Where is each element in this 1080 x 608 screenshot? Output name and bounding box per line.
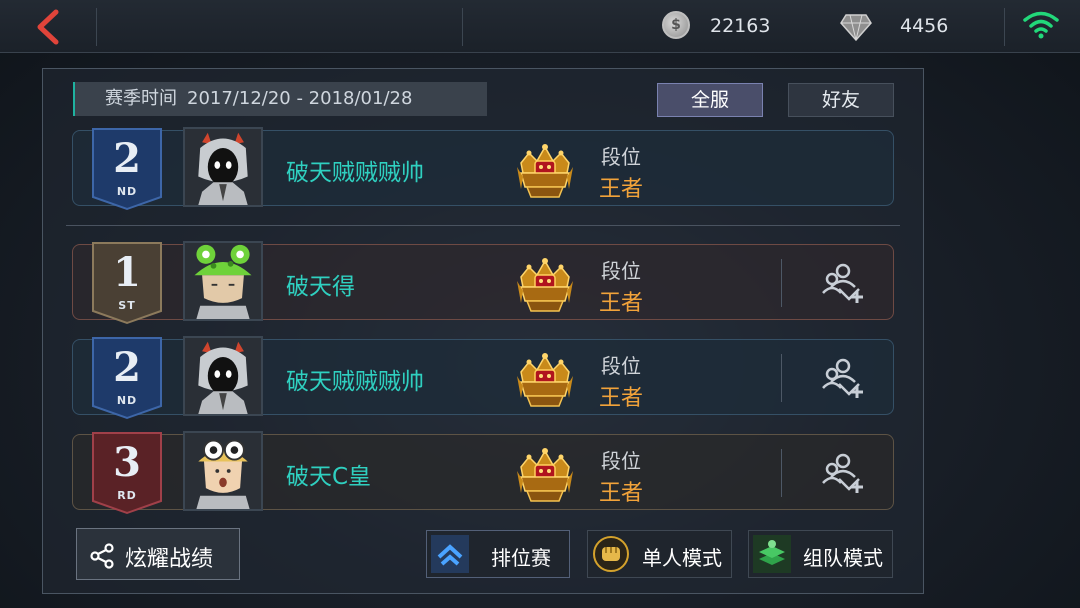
- divider: [1004, 8, 1005, 46]
- wifi-icon: [1023, 11, 1059, 39]
- tier-label: 段位: [601, 354, 641, 378]
- tab-friends[interactable]: 好友: [788, 83, 894, 117]
- season-time: 赛季时间 2017/12/20 - 2018/01/28: [73, 82, 487, 116]
- avatar[interactable]: [183, 241, 263, 321]
- divider: [462, 8, 463, 46]
- share-record-button[interactable]: 炫耀战绩: [76, 528, 240, 580]
- rank-number: 2: [113, 135, 141, 182]
- ranked-label: 排位赛: [491, 546, 551, 570]
- coin-icon: $: [662, 11, 690, 39]
- tier-label: 段位: [601, 145, 641, 169]
- add-friend-icon[interactable]: [821, 356, 869, 400]
- king-crown-icon: [513, 137, 577, 201]
- team-label: 组队模式: [803, 546, 883, 570]
- avatar[interactable]: [183, 336, 263, 416]
- leaderboard-row: 3 RD 破天C皇 段位 王者: [72, 431, 894, 515]
- tier-label: 段位: [601, 259, 641, 283]
- player-name: 破天C皇: [286, 464, 372, 490]
- rank-badge: 2 ND: [91, 336, 163, 420]
- divider: [96, 8, 97, 46]
- gem-icon: [840, 14, 872, 42]
- add-friend-icon[interactable]: [821, 261, 869, 305]
- player-name: 破天得: [286, 274, 355, 300]
- avatar[interactable]: [183, 431, 263, 511]
- team-mode-button[interactable]: 组队模式: [748, 530, 893, 578]
- tier-value: 王者: [599, 177, 644, 202]
- divider: [66, 225, 900, 226]
- divider: [781, 259, 782, 307]
- tab-all-server[interactable]: 全服: [657, 83, 763, 117]
- gem-count: 4456: [900, 15, 949, 37]
- rank-badge: 1 ST: [91, 241, 163, 325]
- rank-number: 2: [113, 344, 141, 391]
- rank-suffix: ND: [116, 394, 138, 407]
- avatar[interactable]: [183, 127, 263, 207]
- king-crown-icon: [513, 346, 577, 410]
- rank-suffix: ST: [118, 299, 136, 312]
- coin-count: 22163: [710, 15, 771, 37]
- top-bar: $ 22163 4456: [0, 0, 1080, 53]
- king-crown-icon: [513, 251, 577, 315]
- back-arrow-icon: [37, 9, 59, 45]
- solo-label: 单人模式: [642, 546, 722, 570]
- season-range: 2017/12/20 - 2018/01/28: [187, 88, 413, 109]
- my-rank-row: 2 ND 破天贼贼贼帅 段位 王者: [72, 127, 894, 211]
- tier-value: 王者: [599, 291, 644, 316]
- share-icon: [90, 543, 114, 569]
- rank-suffix: RD: [117, 489, 137, 502]
- season-label: 赛季时间: [105, 88, 177, 109]
- tier-label: 段位: [601, 449, 641, 473]
- leaderboard-row: 1 ST 破天得 段位 王者: [72, 241, 894, 325]
- tier-value: 王者: [599, 386, 644, 411]
- solo-mode-button[interactable]: 单人模式: [587, 530, 732, 578]
- back-button[interactable]: [30, 8, 66, 46]
- rank-badge: 3 RD: [91, 431, 163, 515]
- leaderboard-row: 2 ND 破天贼贼贼帅 段位 王者: [72, 336, 894, 420]
- rank-badge: 2 ND: [91, 127, 163, 211]
- divider: [781, 449, 782, 497]
- add-friend-icon[interactable]: [821, 451, 869, 495]
- team-icon: [753, 535, 791, 573]
- share-label: 炫耀战绩: [125, 547, 214, 572]
- fist-icon: [593, 536, 629, 572]
- player-name: 破天贼贼贼帅: [286, 160, 424, 186]
- ranked-mode-button[interactable]: 排位赛: [426, 530, 570, 578]
- player-name: 破天贼贼贼帅: [286, 369, 424, 395]
- tier-value: 王者: [599, 481, 644, 506]
- king-crown-icon: [513, 441, 577, 505]
- rank-suffix: ND: [116, 185, 138, 198]
- rank-number: 3: [113, 439, 141, 486]
- ranked-icon: [431, 535, 469, 573]
- divider: [781, 354, 782, 402]
- rank-number: 1: [113, 249, 141, 296]
